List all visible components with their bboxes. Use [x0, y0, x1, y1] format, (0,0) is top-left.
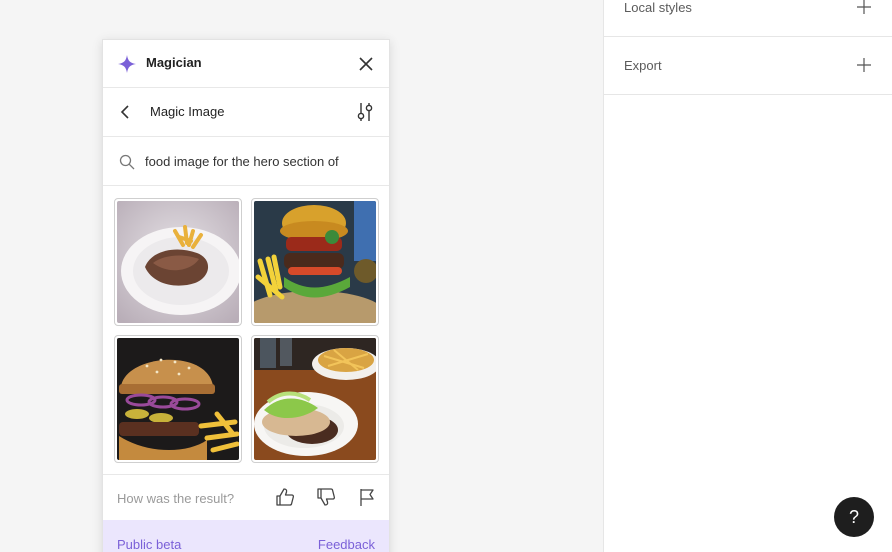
flag-icon[interactable] — [357, 487, 377, 507]
steak-fries-image — [117, 201, 239, 323]
result-image-2[interactable] — [251, 198, 379, 326]
prompt-search-bar — [103, 137, 389, 186]
help-button[interactable]: ? — [834, 497, 874, 537]
search-icon — [119, 154, 135, 170]
prompt-input[interactable] — [145, 150, 381, 172]
burger-fries-image — [254, 201, 376, 323]
burger-fries-table-image — [254, 338, 376, 460]
sparkle-icon — [118, 55, 136, 73]
thumbs-down-icon[interactable] — [316, 487, 336, 507]
add-local-style-icon[interactable] — [857, 0, 871, 14]
plugin-titlebar: Magician — [103, 40, 389, 88]
add-export-icon[interactable] — [857, 58, 871, 72]
plugin-title: Magician — [146, 55, 202, 70]
export-label: Export — [624, 58, 662, 73]
feedback-question: How was the result? — [117, 491, 235, 506]
settings-sliders-icon[interactable] — [355, 101, 375, 123]
close-icon[interactable] — [357, 55, 375, 73]
beta-footer: Public beta Feedback — [103, 520, 389, 552]
result-feedback-bar: How was the result? — [103, 474, 389, 520]
section-title: Magic Image — [150, 104, 225, 119]
feedback-link[interactable]: Feedback — [318, 537, 375, 552]
image-results-grid — [103, 186, 389, 474]
back-arrow-icon[interactable] — [117, 103, 135, 121]
export-row[interactable]: Export — [604, 37, 892, 95]
properties-panel: Local styles Export — [603, 0, 892, 552]
local-styles-label: Local styles — [624, 0, 692, 15]
result-image-4[interactable] — [251, 335, 379, 463]
result-image-1[interactable] — [114, 198, 242, 326]
public-beta-label: Public beta — [117, 537, 182, 552]
thumbs-up-icon[interactable] — [275, 487, 295, 507]
result-image-3[interactable] — [114, 335, 242, 463]
magician-plugin-window: Magician Magic Image food image for the … — [102, 39, 390, 552]
local-styles-row[interactable]: Local styles — [604, 0, 892, 37]
burger-onion-image — [117, 338, 239, 460]
plugin-subheader: Magic Image — [103, 88, 389, 137]
